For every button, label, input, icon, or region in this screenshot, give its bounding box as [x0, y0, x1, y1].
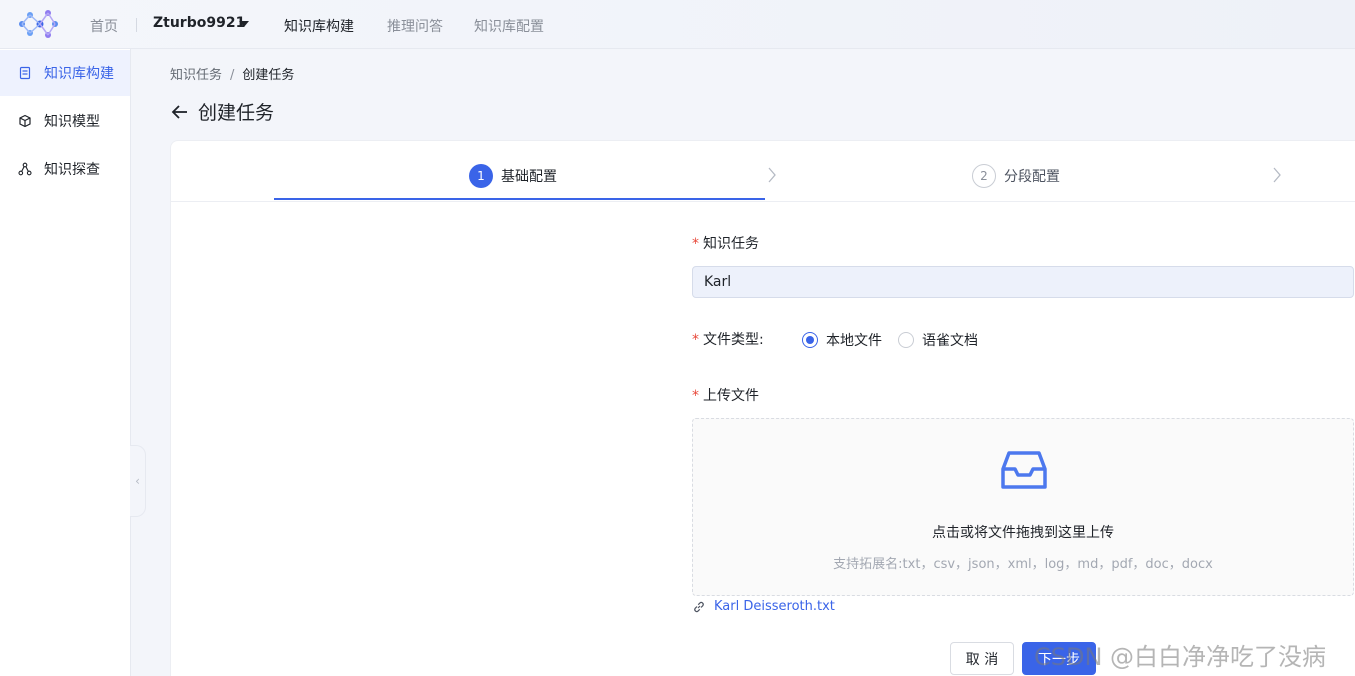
graph-nodes-icon [18, 162, 32, 176]
task-name-label-text: 知识任务 [703, 236, 759, 252]
sidebar-item-label: 知识探查 [44, 162, 100, 178]
radio-yuque-doc[interactable]: 语雀文档 [898, 330, 978, 350]
task-name-input[interactable] [692, 266, 1354, 298]
nav-kb-config[interactable]: 知识库配置 [474, 16, 544, 36]
cancel-button[interactable]: 取 消 [950, 642, 1014, 675]
step-segment-config[interactable]: 2 分段配置 [972, 164, 1060, 188]
upload-label-text: 上传文件 [703, 388, 759, 404]
top-nav: 首页 Zturbo9921 知识库构建 推理问答 知识库配置 [0, 0, 1355, 49]
nav-divider [136, 18, 137, 32]
page-header: 创建任务 [170, 98, 274, 125]
chevron-right-icon [1273, 167, 1281, 183]
steps-bar: 1 基础配置 2 分段配置 [171, 141, 1355, 202]
nav-kb-build[interactable]: 知识库构建 [284, 16, 354, 36]
file-type-label-text: 文件类型: [703, 332, 764, 348]
user-menu[interactable]: Zturbo9921 [153, 15, 245, 31]
radio-local-file[interactable]: 本地文件 [802, 330, 882, 350]
radio-checked-icon[interactable] [802, 332, 818, 348]
caret-down-icon[interactable] [239, 21, 249, 27]
sidebar: 知识库构建 知识模型 知识探查 [0, 49, 131, 676]
cube-icon [19, 114, 31, 128]
required-mark: * [692, 236, 699, 252]
radio-label: 语雀文档 [922, 333, 978, 349]
chevron-right-icon [768, 167, 776, 183]
document-icon [19, 66, 31, 80]
page-title: 创建任务 [198, 102, 275, 124]
upload-instruction: 点击或将文件拖拽到这里上传 [932, 525, 1114, 541]
step-label: 基础配置 [501, 169, 557, 185]
radio-unchecked-icon[interactable] [898, 332, 914, 348]
sidebar-item-kb-build[interactable]: 知识库构建 [0, 50, 130, 96]
breadcrumb-current: 创建任务 [242, 68, 295, 83]
uploaded-file-name[interactable]: Karl Deisseroth.txt [714, 599, 835, 614]
breadcrumb: 知识任务 / 创建任务 [170, 64, 294, 83]
step-number: 2 [972, 164, 996, 188]
required-mark: * [692, 388, 699, 404]
inbox-icon [1001, 451, 1047, 489]
file-type-label: * 文件类型: [692, 329, 764, 349]
nav-home[interactable]: 首页 [90, 16, 118, 36]
active-step-indicator [274, 198, 765, 200]
step-basic-config[interactable]: 1 基础配置 [469, 164, 557, 188]
upload-hint: 支持拓展名:txt，csv，json，xml，log，md，pdf，doc，do… [833, 557, 1213, 572]
upload-label: * 上传文件 [692, 385, 759, 405]
app-logo-icon[interactable] [16, 7, 60, 41]
breadcrumb-parent[interactable]: 知识任务 [170, 68, 222, 83]
sidebar-item-kb-explore[interactable]: 知识探查 [0, 146, 130, 192]
sidebar-item-label: 知识模型 [44, 114, 100, 130]
step-number: 1 [469, 164, 493, 188]
uploaded-file-item[interactable]: Karl Deisseroth.txt [692, 599, 835, 614]
upload-dropzone[interactable]: 点击或将文件拖拽到这里上传 支持拓展名:txt，csv，json，xml，log… [692, 418, 1354, 596]
step-label: 分段配置 [1004, 169, 1060, 185]
sidebar-collapse-handle[interactable]: ‹ [130, 445, 146, 517]
link-icon [694, 601, 704, 612]
nav-reasoning-qa[interactable]: 推理问答 [387, 16, 443, 36]
breadcrumb-separator: / [230, 68, 235, 83]
task-name-label: * 知识任务 [692, 233, 759, 253]
form-card: 1 基础配置 2 分段配置 *知识任务 *文件类型: 本地文件 语雀文档 *上传… [170, 140, 1355, 676]
required-mark: * [692, 332, 699, 348]
chevron-left-icon: ‹ [135, 474, 140, 488]
watermark: CSDN @白白净净吃了没病 [1034, 643, 1327, 671]
sidebar-item-kb-model[interactable]: 知识模型 [0, 98, 130, 144]
arrow-left-icon[interactable] [170, 102, 190, 122]
sidebar-item-label: 知识库构建 [44, 66, 114, 82]
radio-label: 本地文件 [826, 333, 882, 349]
